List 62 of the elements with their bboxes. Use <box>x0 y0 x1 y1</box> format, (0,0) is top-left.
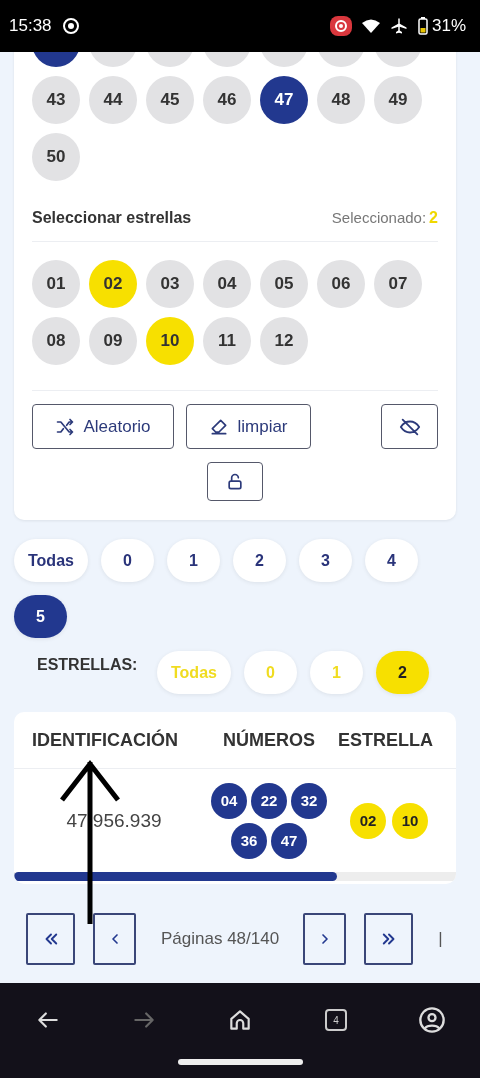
star-ball[interactable]: 09 <box>89 317 137 365</box>
number-ball[interactable]: 43 <box>32 76 80 124</box>
number-ball: 04 <box>211 782 247 819</box>
filter-chip[interactable]: 4 <box>364 539 418 582</box>
separator-mark: | <box>438 929 443 949</box>
filter-chip[interactable]: 5 <box>14 595 67 638</box>
wifi-icon <box>361 19 380 33</box>
filter-chip[interactable]: 2 <box>232 539 286 582</box>
page-indicator: Páginas 48/140 <box>161 929 280 949</box>
recording-icon <box>329 16 352 36</box>
clock: 15:38 <box>9 16 52 36</box>
number-ball: 47 <box>271 822 307 859</box>
star-ball: 10 <box>392 802 428 839</box>
star-ball[interactable]: 10 <box>146 317 194 365</box>
random-button[interactable]: Aleatorio <box>32 404 174 449</box>
star-ball[interactable]: 02 <box>89 260 137 308</box>
number-ball[interactable]: 49 <box>374 76 422 124</box>
star-ball[interactable]: 11 <box>203 317 251 365</box>
battery-icon <box>417 17 428 35</box>
horizontal-scrollbar[interactable] <box>14 872 456 881</box>
filter-chip[interactable]: Todas <box>14 539 88 582</box>
filter-chip[interactable]: 1 <box>166 539 220 582</box>
number-ball[interactable]: 47 <box>260 76 308 124</box>
section-title: Seleccionar estrellas <box>32 209 192 227</box>
selected-count: Seleccionado: 2 <box>331 209 438 227</box>
number-ball[interactable]: 44 <box>89 76 137 124</box>
unlocked-padlock-icon <box>225 471 245 492</box>
star-ball: 02 <box>350 802 386 839</box>
star-ball[interactable]: 07 <box>374 260 422 308</box>
number-ball[interactable]: 50 <box>32 133 80 181</box>
star-ball[interactable]: 08 <box>32 317 80 365</box>
hide-button[interactable] <box>381 404 438 449</box>
number-ball[interactable]: 45 <box>146 76 194 124</box>
filter-chip[interactable]: 3 <box>298 539 352 582</box>
column-header: ESTRELLA <box>338 729 433 751</box>
star-ball[interactable]: 05 <box>260 260 308 308</box>
star-filter-chip[interactable]: 2 <box>375 651 429 694</box>
column-header: IDENTIFICACIÓN <box>32 729 178 751</box>
next-page-button[interactable] <box>303 913 347 965</box>
lock-button[interactable] <box>207 462 263 501</box>
number-ball: 36 <box>231 822 267 859</box>
stars-filter-label: ESTRELLAS: <box>37 655 139 675</box>
last-page-button[interactable] <box>364 913 414 965</box>
number-ball[interactable]: 48 <box>317 76 365 124</box>
account-icon[interactable] <box>417 1005 447 1035</box>
column-header: NÚMEROS <box>223 729 315 751</box>
airplane-icon <box>389 17 408 35</box>
star-ball[interactable]: 06 <box>317 260 365 308</box>
filter-chip[interactable]: 0 <box>100 539 154 582</box>
battery-percentage: 31% <box>431 16 466 36</box>
clear-button[interactable]: limpiar <box>186 404 311 449</box>
number-ball[interactable]: 46 <box>203 76 251 124</box>
star-ball[interactable]: 04 <box>203 260 251 308</box>
shuffle-icon <box>55 416 76 437</box>
star-ball[interactable]: 01 <box>32 260 80 308</box>
first-page-button[interactable] <box>26 913 75 965</box>
previous-page-button[interactable] <box>93 913 136 965</box>
number-ball: 32 <box>291 782 327 819</box>
star-ball[interactable]: 12 <box>260 317 308 365</box>
star-ball[interactable]: 03 <box>146 260 194 308</box>
screen-record-icon <box>61 17 80 35</box>
number-ball: 22 <box>251 782 287 819</box>
